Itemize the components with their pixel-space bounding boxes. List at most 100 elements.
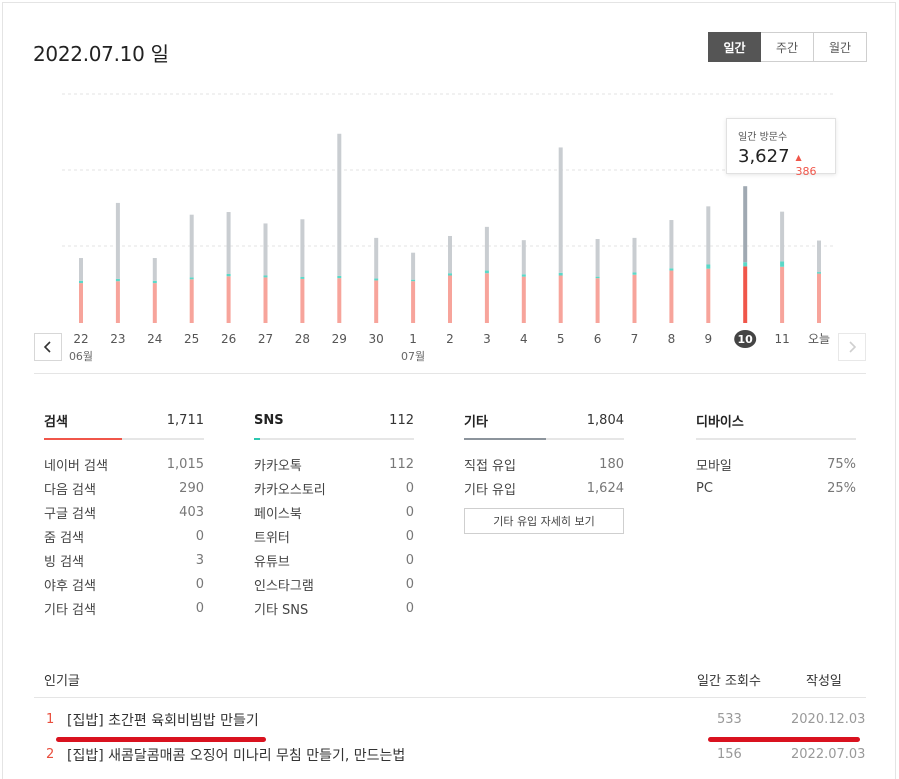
x-tick-label[interactable]: 10: [738, 333, 754, 346]
bar-sns[interactable]: [706, 264, 711, 269]
source-value: 0: [405, 576, 414, 592]
bar-other[interactable]: [226, 212, 231, 274]
bar-search[interactable]: [706, 268, 711, 323]
bar-sns[interactable]: [337, 275, 342, 279]
chart-tooltip: 일간 방문수 3,627 ▲ 386: [726, 118, 836, 178]
bar-sns[interactable]: [226, 273, 231, 277]
x-tick-label[interactable]: 11: [774, 332, 789, 346]
bar-search[interactable]: [521, 276, 526, 323]
x-tick-label[interactable]: 오늘: [808, 332, 830, 346]
x-tick-label[interactable]: 29: [332, 332, 347, 346]
bar-search[interactable]: [484, 273, 489, 323]
bar-search[interactable]: [669, 270, 674, 323]
bar-sns[interactable]: [300, 277, 305, 279]
bar-other[interactable]: [484, 226, 489, 271]
bar-sns[interactable]: [189, 277, 194, 280]
bar-search[interactable]: [595, 278, 600, 323]
x-tick-label[interactable]: 23: [110, 332, 125, 346]
group-header: 디바이스: [696, 410, 856, 430]
bar-sns[interactable]: [743, 262, 748, 267]
x-tick-label[interactable]: 4: [520, 332, 528, 346]
bar-other[interactable]: [558, 147, 563, 273]
bar-search[interactable]: [115, 281, 120, 323]
other-sources-detail-button[interactable]: 기타 유입 자세히 보기: [464, 508, 624, 534]
bar-other[interactable]: [595, 239, 600, 277]
prev-period-button[interactable]: [34, 333, 62, 361]
x-tick-label[interactable]: 1: [409, 332, 417, 346]
bar-search[interactable]: [152, 283, 157, 323]
x-tick-label[interactable]: 24: [147, 332, 162, 346]
bar-other[interactable]: [79, 258, 83, 281]
bar-sns[interactable]: [484, 270, 489, 274]
bar-other[interactable]: [669, 220, 674, 269]
next-period-button[interactable]: [838, 333, 866, 361]
x-tick-label[interactable]: 7: [631, 332, 639, 346]
source-value: 0: [195, 576, 204, 592]
x-tick-label[interactable]: 30: [369, 332, 384, 346]
x-tick-label[interactable]: 22: [73, 332, 88, 346]
bar-search[interactable]: [743, 266, 748, 323]
post-title-link[interactable]: [집밥] 새콤달콤매콤 오징어 미나리 무침 만들기, 만드는법: [67, 745, 405, 765]
bar-other[interactable]: [632, 237, 637, 273]
tab-weekly[interactable]: 주간: [761, 32, 814, 62]
x-tick-label[interactable]: 6: [594, 332, 602, 346]
tab-monthly[interactable]: 월간: [814, 32, 867, 62]
bar-other[interactable]: [706, 206, 711, 265]
bar-search[interactable]: [374, 280, 379, 323]
bar-sns[interactable]: [448, 273, 452, 276]
bar-sns[interactable]: [374, 278, 379, 281]
x-tick-label[interactable]: 3: [483, 332, 491, 346]
bar-other[interactable]: [337, 133, 342, 276]
bar-other[interactable]: [189, 214, 194, 278]
bar-search[interactable]: [817, 273, 821, 323]
bar-sns[interactable]: [669, 268, 674, 271]
group-share-bar: [464, 438, 624, 440]
bar-search[interactable]: [632, 274, 637, 323]
bar-search[interactable]: [337, 278, 342, 323]
bar-sns[interactable]: [817, 272, 821, 274]
bar-other[interactable]: [817, 240, 821, 273]
bar-sns[interactable]: [263, 275, 268, 278]
bar-sns[interactable]: [411, 279, 416, 282]
bar-search[interactable]: [300, 278, 305, 323]
bar-sns[interactable]: [558, 272, 563, 276]
bar-search[interactable]: [780, 266, 785, 323]
chevron-left-icon: [43, 341, 51, 353]
post-title-link[interactable]: [집밥] 초간편 육회비빔밥 만들기: [67, 710, 259, 730]
post-date: 2022.07.03: [791, 747, 866, 762]
bar-sns[interactable]: [632, 272, 637, 275]
bar-other[interactable]: [448, 235, 452, 274]
bar-sns[interactable]: [521, 274, 526, 277]
x-tick-label[interactable]: 28: [295, 332, 310, 346]
bar-other[interactable]: [115, 202, 120, 279]
bar-search[interactable]: [558, 275, 563, 324]
bar-other[interactable]: [152, 258, 157, 281]
x-tick-label[interactable]: 25: [184, 332, 199, 346]
bar-sns[interactable]: [595, 276, 600, 279]
bar-search[interactable]: [448, 275, 452, 324]
bar-other[interactable]: [780, 211, 785, 262]
x-tick-label[interactable]: 26: [221, 332, 236, 346]
bar-other[interactable]: [374, 237, 379, 279]
bar-sns[interactable]: [79, 280, 83, 284]
bar-search[interactable]: [79, 283, 83, 323]
x-tick-label[interactable]: 9: [704, 332, 712, 346]
tab-daily[interactable]: 일간: [708, 32, 761, 62]
bar-search[interactable]: [189, 279, 194, 323]
divider: [34, 697, 866, 698]
bar-search[interactable]: [411, 281, 416, 323]
x-tick-label[interactable]: 2: [446, 332, 454, 346]
bar-other[interactable]: [743, 186, 748, 263]
x-tick-label[interactable]: 5: [557, 332, 565, 346]
bar-search[interactable]: [263, 277, 268, 323]
bar-sns[interactable]: [152, 280, 157, 284]
bar-other[interactable]: [263, 223, 268, 276]
bar-other[interactable]: [300, 219, 305, 278]
bar-other[interactable]: [521, 240, 526, 275]
bar-other[interactable]: [411, 252, 416, 280]
bar-search[interactable]: [226, 276, 231, 323]
x-tick-label[interactable]: 27: [258, 332, 273, 346]
x-tick-label[interactable]: 8: [668, 332, 676, 346]
bar-sns[interactable]: [115, 278, 120, 282]
bar-sns[interactable]: [780, 261, 785, 267]
